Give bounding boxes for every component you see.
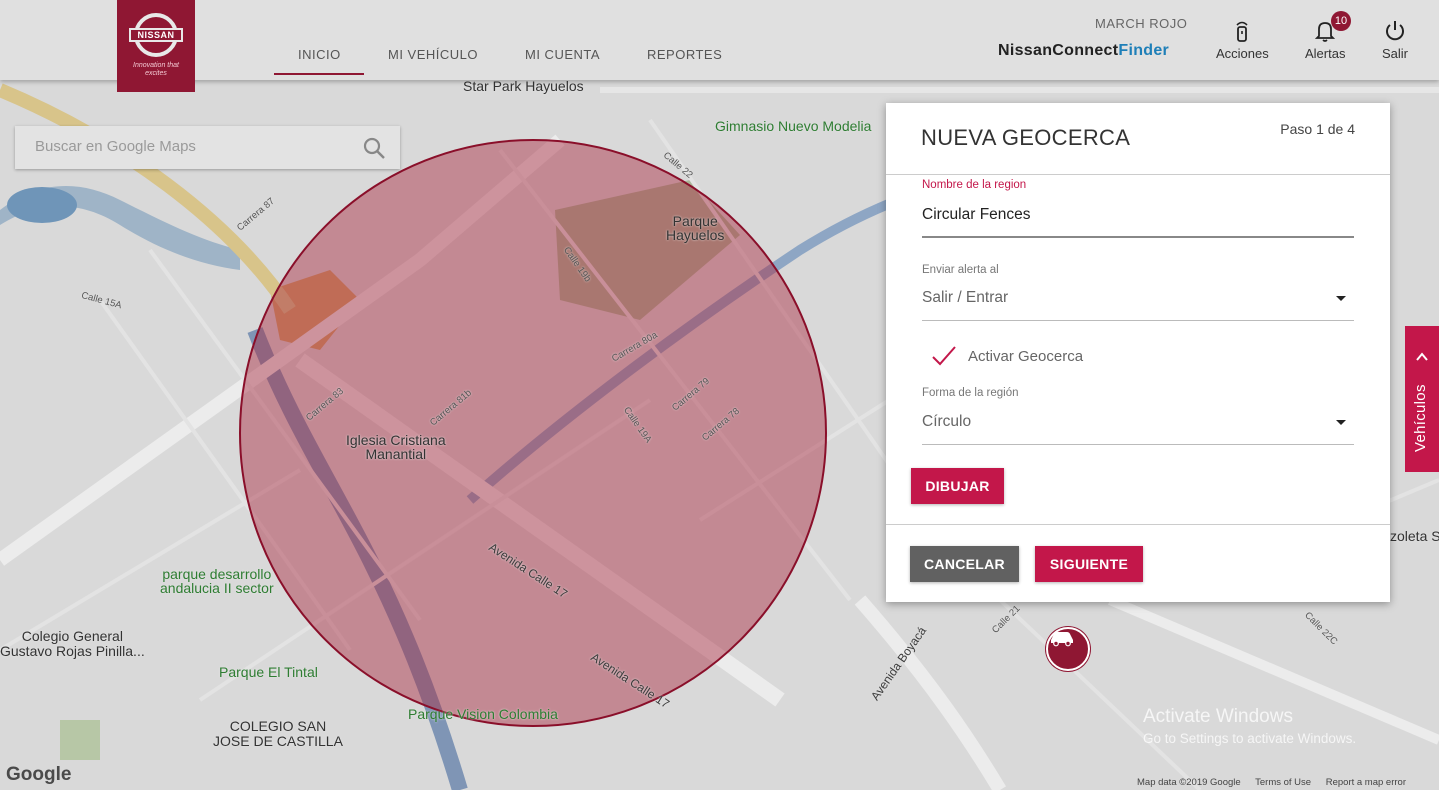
- map-data-credit: Map data ©2019 Google: [1137, 777, 1241, 788]
- windows-watermark-title: Activate Windows: [1143, 706, 1293, 727]
- shape-underline: [922, 444, 1354, 445]
- power-icon: [1386, 21, 1404, 41]
- alert-count-badge: 10: [1331, 11, 1351, 31]
- map-label-colegio-san-jose: COLEGIO SAN JOSE DE CASTILLA: [213, 718, 343, 749]
- nueva-geocerca-dialog: NUEVA GEOCERCA Paso 1 de 4 Nombre de la …: [886, 103, 1390, 602]
- salir-button[interactable]: Salir: [1382, 20, 1408, 61]
- app-root: Star Park Hayuelos Gimnasio Nuevo Modeli…: [0, 0, 1439, 790]
- nissan-wordmark: NISSAN: [137, 30, 175, 40]
- region-name-underline: [922, 236, 1354, 238]
- map-label-iglesia: Iglesia Cristiana Manantial: [346, 432, 446, 462]
- nav-inicio[interactable]: INICIO: [298, 47, 341, 62]
- search-icon[interactable]: [362, 136, 386, 160]
- report-error-link[interactable]: Report a map error: [1326, 777, 1406, 788]
- map-label-star-park: Star Park Hayuelos: [463, 78, 584, 94]
- map-label-colegio-general: Colegio General Gustavo Rojas Pinilla...: [0, 628, 145, 659]
- acciones-label: Acciones: [1216, 46, 1269, 61]
- nissanconnect-finder-logo: NissanConnectFinder: [998, 42, 1169, 60]
- footer-divider: [886, 524, 1390, 525]
- map-label-gimnasio: Gimnasio Nuevo Modelia: [715, 118, 872, 134]
- chevron-left-icon: [1416, 352, 1428, 361]
- google-logo: Google: [6, 764, 72, 785]
- acciones-button[interactable]: Acciones: [1216, 20, 1269, 61]
- nissan-logo[interactable]: NISSAN Innovation that excites: [117, 0, 195, 92]
- step-indicator: Paso 1 de 4: [1280, 121, 1355, 137]
- terms-link[interactable]: Terms of Use: [1255, 777, 1311, 788]
- remote-key-icon: [1236, 21, 1248, 42]
- brand-sub: Finder: [1118, 42, 1170, 59]
- map-label-parque-desarrollo: parque desarrollo andalucia II sector: [160, 566, 274, 596]
- dialog-title: NUEVA GEOCERCA: [921, 125, 1131, 150]
- vehicle-marker[interactable]: [1046, 627, 1090, 671]
- nav-reportes[interactable]: REPORTES: [647, 47, 722, 62]
- draw-button[interactable]: DIBUJAR: [911, 468, 1004, 504]
- salir-label: Salir: [1382, 46, 1409, 61]
- activate-geocerca-label[interactable]: Activar Geocerca: [968, 348, 1083, 365]
- next-button[interactable]: SIGUIENTE: [1035, 546, 1143, 582]
- map-search-input[interactable]: [35, 138, 355, 155]
- alert-select[interactable]: Salir / Entrar: [922, 289, 1354, 307]
- top-header: INICIO MI VEHÍCULO MI CUENTA REPORTES MA…: [0, 0, 1439, 80]
- map-label-parque-hayuelos: Parque Hayuelos: [666, 213, 725, 243]
- cancel-button[interactable]: CANCELAR: [910, 546, 1019, 582]
- shape-select[interactable]: Círculo: [922, 413, 1354, 431]
- alertas-label: Alertas: [1305, 46, 1346, 61]
- map-search-box: [15, 126, 400, 169]
- nav-mi-vehiculo[interactable]: MI VEHÍCULO: [388, 47, 478, 62]
- region-name-input[interactable]: Circular Fences: [922, 206, 1354, 224]
- nissan-badge: NISSAN: [127, 12, 185, 58]
- windows-watermark-subtitle: Go to Settings to activate Windows.: [1143, 731, 1357, 746]
- shape-label: Forma de la región: [922, 387, 1019, 399]
- nav-mi-cuenta[interactable]: MI CUENTA: [525, 47, 600, 62]
- map-label-parque-tintal: Parque El Tintal: [219, 664, 318, 680]
- alert-dropdown-caret-icon[interactable]: [1336, 296, 1346, 301]
- map-footer: Map data ©2019 Google Terms of Use Repor…: [1137, 777, 1418, 788]
- alert-label: Enviar alerta al: [922, 264, 999, 276]
- region-name-label: Nombre de la region: [922, 179, 1027, 191]
- alert-underline: [922, 320, 1354, 321]
- vehiculos-side-tab[interactable]: Vehículos: [1405, 326, 1439, 472]
- map-label-parque-vision: Parque Vision Colombia: [408, 706, 558, 722]
- car-icon: [1051, 632, 1073, 647]
- brand-main: NissanConnect: [998, 42, 1119, 59]
- shape-dropdown-caret-icon[interactable]: [1336, 420, 1346, 425]
- user-name: MARCH ROJO: [1095, 16, 1188, 31]
- title-divider: [886, 174, 1390, 175]
- map-label-zoleta: zoleta S: [1390, 528, 1439, 544]
- vehiculos-label: Vehículos: [1412, 384, 1429, 452]
- activate-checkbox-checkmark-icon[interactable]: [932, 346, 956, 366]
- nav-active-indicator: [274, 73, 364, 75]
- nissan-tagline: Innovation that excites: [133, 62, 179, 77]
